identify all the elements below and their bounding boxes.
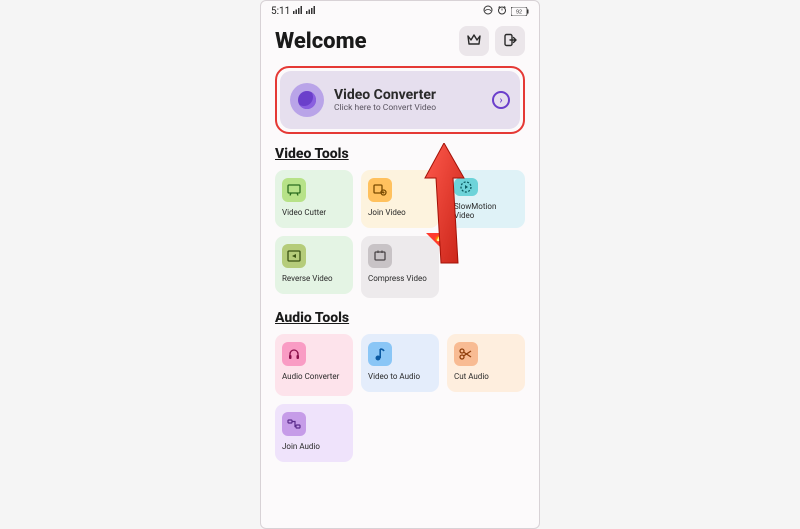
dnd-icon [483, 5, 493, 18]
tile-slowmotion[interactable]: SlowMotion Video [447, 170, 525, 228]
video-tools-grid: Video Cutter Join Video SlowMotion Video… [275, 170, 525, 298]
signal-icon [293, 6, 303, 17]
music-note-icon [368, 342, 392, 366]
tile-label: SlowMotion Video [454, 202, 518, 220]
reverse-video-icon [282, 244, 306, 268]
video-converter-card[interactable]: Video Converter Click here to Convert Vi… [280, 71, 520, 129]
exit-button[interactable] [495, 26, 525, 56]
tile-compress-video[interactable]: Compress Video [361, 236, 439, 298]
tile-video-to-audio[interactable]: Video to Audio [361, 334, 439, 392]
join-video-icon [368, 178, 392, 202]
compress-icon [368, 244, 392, 268]
tile-label: Audio Converter [282, 372, 339, 381]
section-title-audio: Audio Tools [275, 310, 525, 326]
slowmotion-icon [454, 178, 478, 196]
tile-label: Join Video [368, 208, 406, 217]
tile-label: Video to Audio [368, 372, 420, 381]
tile-label: Join Audio [282, 442, 320, 451]
hero-subtitle: Click here to Convert Video [334, 103, 482, 113]
battery-icon: 92 [511, 7, 529, 16]
exit-icon [503, 32, 517, 51]
tile-audio-converter[interactable]: Audio Converter [275, 334, 353, 396]
phone-frame: 5:11 92 Welcome [260, 0, 540, 529]
svg-text:92: 92 [516, 10, 522, 16]
chevron-right-icon: › [492, 91, 510, 109]
audio-tools-grid: Audio Converter Video to Audio Cut Audio… [275, 334, 525, 462]
tile-label: Cut Audio [454, 372, 489, 381]
signal-icon [306, 6, 316, 17]
crown-icon [466, 32, 482, 51]
join-audio-icon [282, 412, 306, 436]
video-converter-icon [290, 83, 324, 117]
alarm-icon [497, 5, 507, 18]
tile-label: Video Cutter [282, 208, 326, 217]
status-bar: 5:11 92 [261, 1, 539, 20]
tile-label: Reverse Video [282, 274, 333, 283]
tile-label: Compress Video [368, 274, 427, 283]
video-cutter-icon [282, 178, 306, 202]
section-title-video: Video Tools [275, 146, 525, 162]
hero-highlight: Video Converter Click here to Convert Vi… [275, 66, 525, 134]
status-time: 5:11 [271, 6, 290, 17]
headphones-icon [282, 342, 306, 366]
page-title: Welcome [275, 29, 367, 54]
tile-join-video[interactable]: Join Video [361, 170, 439, 228]
hot-badge [426, 233, 442, 249]
premium-button[interactable] [459, 26, 489, 56]
hero-title: Video Converter [334, 87, 482, 103]
header: Welcome [261, 20, 539, 66]
scissors-icon [454, 342, 478, 366]
tile-join-audio[interactable]: Join Audio [275, 404, 353, 462]
content: Video Converter Click here to Convert Vi… [261, 66, 539, 528]
tile-reverse-video[interactable]: Reverse Video [275, 236, 353, 294]
tile-cut-audio[interactable]: Cut Audio [447, 334, 525, 392]
tile-video-cutter[interactable]: Video Cutter [275, 170, 353, 228]
